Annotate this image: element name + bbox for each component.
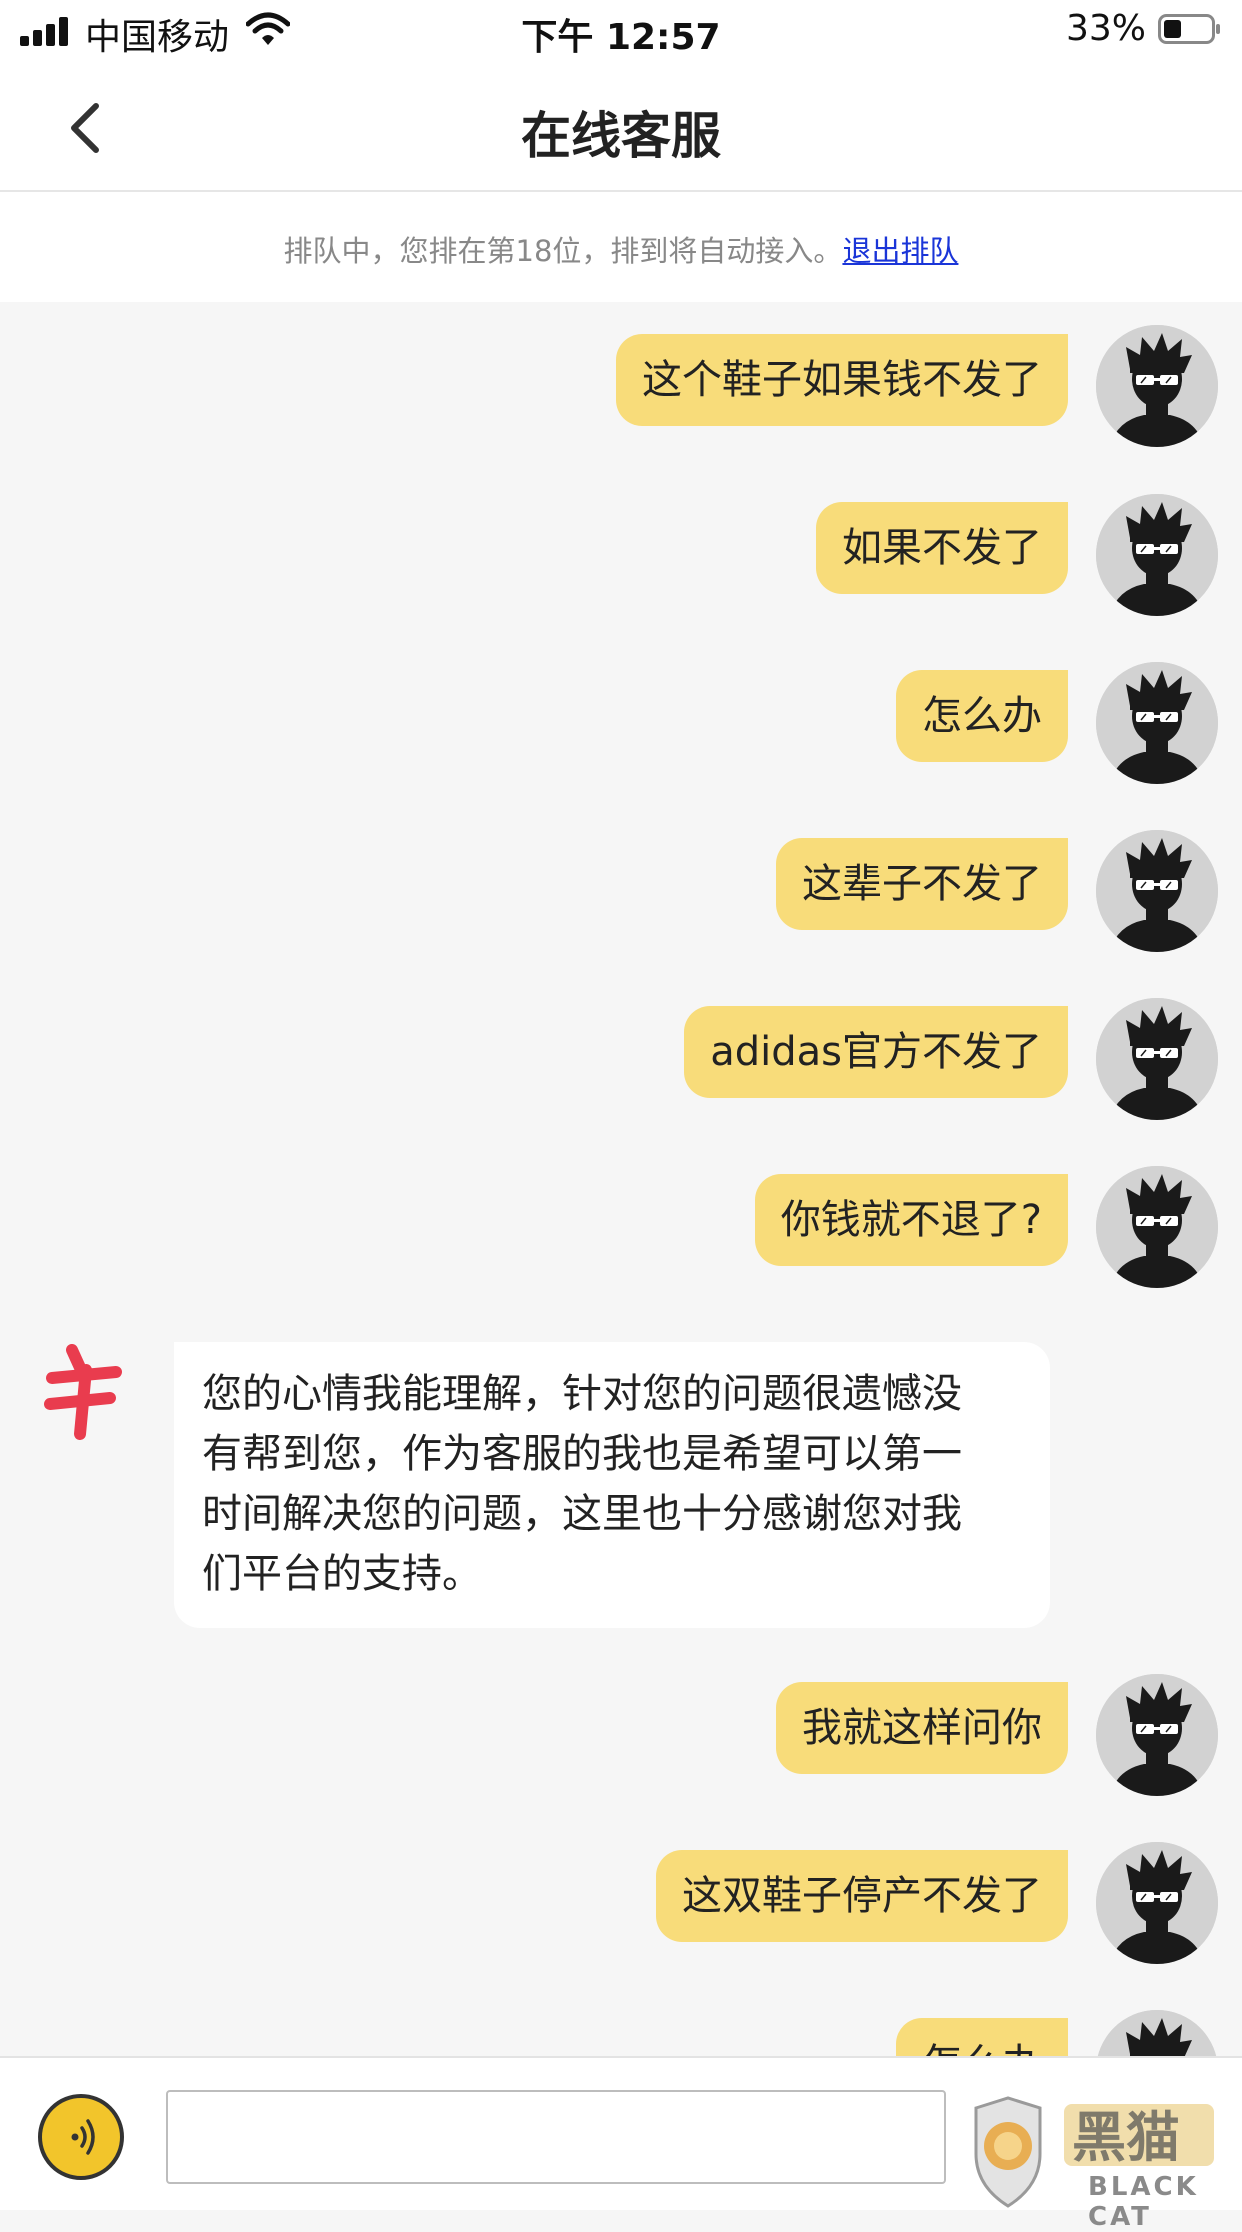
user-avatar	[1096, 1674, 1218, 1796]
agent-message-line: 您的心情我能理解，针对您的问题很遗憾没	[202, 1371, 962, 1417]
user-message-bubble: 怎么办	[896, 2018, 1068, 2056]
clock: 下午 12:57	[521, 17, 721, 58]
battery-icon	[1158, 14, 1220, 44]
user-avatar	[1096, 1166, 1218, 1288]
user-message-bubble: 如果不发了	[816, 502, 1068, 594]
user-avatar	[1096, 2010, 1218, 2056]
user-avatar	[1096, 830, 1218, 952]
nav-bar: 在线客服	[0, 62, 1242, 192]
agent-message-line: 们平台的支持。	[202, 1551, 482, 1597]
user-message-bubble: 这辈子不发了	[776, 838, 1068, 930]
battery-percent: 33%	[1065, 8, 1146, 49]
user-avatar	[1096, 998, 1218, 1120]
user-message-bubble: 这个鞋子如果钱不发了	[616, 334, 1068, 426]
user-message-bubble: 我就这样问你	[776, 1682, 1068, 1774]
user-avatar	[1096, 1842, 1218, 1964]
user-message-bubble: 这双鞋子停产不发了	[656, 1850, 1068, 1942]
user-avatar	[1096, 662, 1218, 784]
user-avatar	[1096, 325, 1218, 447]
page-title: 在线客服	[521, 107, 721, 165]
status-bar: 中国移动 下午 12:57 33%	[0, 0, 1242, 62]
exit-queue-link[interactable]: 退出排队	[842, 234, 958, 268]
agent-logo-icon	[44, 1344, 122, 1440]
agent-message-line: 有帮到您，作为客服的我也是希望可以第一	[202, 1431, 962, 1477]
voice-button[interactable]	[38, 2094, 124, 2180]
user-message-bubble: 怎么办	[896, 670, 1068, 762]
queue-notice: 排队中，您排在第18位，排到将自动接入。退出排队	[0, 192, 1242, 302]
watermark-text: BLACK CAT	[1088, 2172, 1199, 2232]
chat-area[interactable]: 这个鞋子如果钱不发了 如果不发了 怎么办 这辈子不发了 adidas官方不发了 …	[0, 302, 1242, 2056]
voice-icon	[71, 2119, 95, 2155]
user-message-bubble: adidas官方不发了	[684, 1006, 1068, 1098]
message-input[interactable]	[166, 2090, 946, 2184]
svg-text:黑猫: 黑猫	[1072, 2106, 1180, 2169]
watermark-logo: 黑猫 BLACK CAT	[968, 2094, 1242, 2232]
agent-message-bubble: 您的心情我能理解，针对您的问题很遗憾没 有帮到您，作为客服的我也是希望可以第一 …	[174, 1342, 1050, 1628]
queue-status-text: 排队中，您排在第18位，排到将自动接入。	[283, 234, 843, 268]
input-bar: 黑猫 BLACK CAT	[0, 2056, 1242, 2232]
user-message-bubble: 你钱就不退了?	[754, 1174, 1068, 1266]
user-avatar	[1096, 494, 1218, 616]
agent-message-line: 时间解决您的问题，这里也十分感谢您对我	[202, 1491, 962, 1537]
